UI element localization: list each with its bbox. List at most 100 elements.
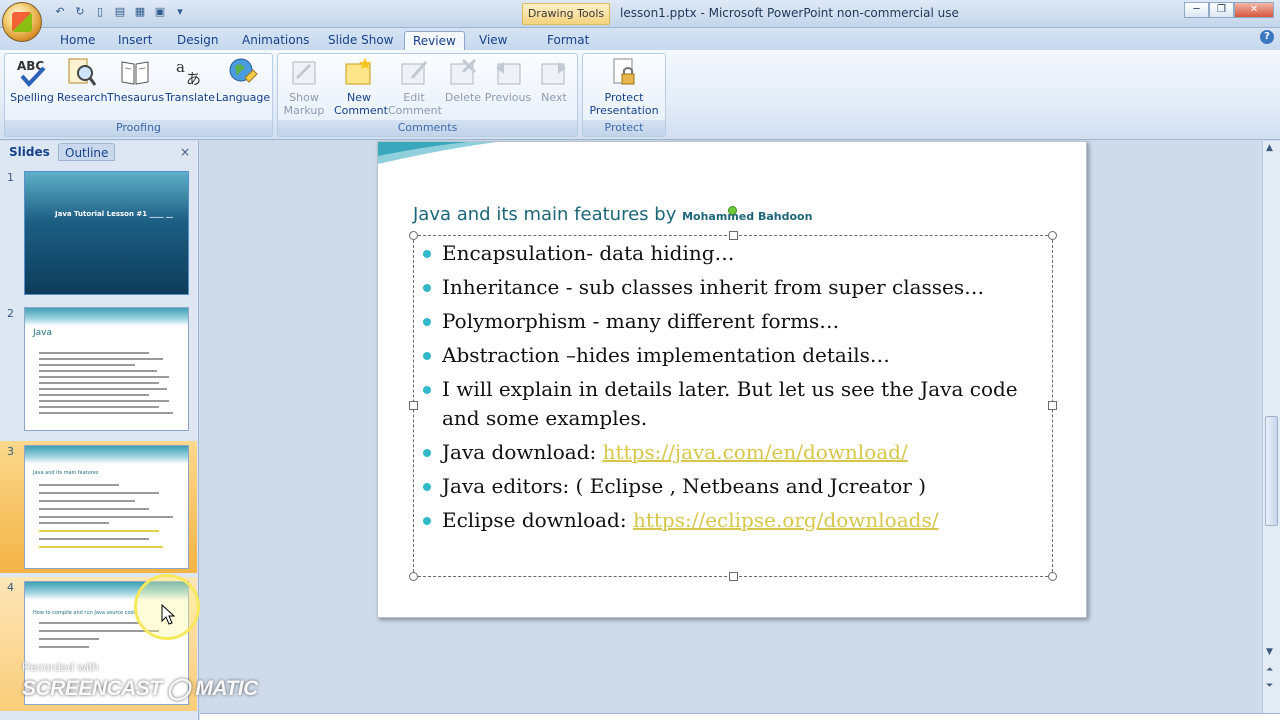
proofing-group-label: Proofing bbox=[5, 120, 272, 136]
tab-design[interactable]: Design bbox=[169, 31, 226, 50]
print-icon[interactable]: ▦ bbox=[132, 4, 148, 20]
translate-icon: aあ bbox=[174, 56, 206, 88]
previous-slide-icon[interactable]: ⏶ bbox=[1266, 665, 1273, 675]
slide-thumbnail-2[interactable]: Java bbox=[24, 307, 189, 431]
slide-thumbnail-row-selected[interactable]: 3 Java and its main features bbox=[0, 441, 197, 573]
thesaurus-button[interactable]: Thesaurus bbox=[107, 56, 165, 104]
resize-handle[interactable] bbox=[1048, 401, 1057, 410]
resize-handle[interactable] bbox=[409, 401, 418, 410]
save-icon[interactable]: ▣ bbox=[152, 4, 168, 20]
slide-thumbnail-3[interactable]: Java and its main features bbox=[24, 445, 189, 569]
edit-comment-button[interactable]: Edit Comment bbox=[388, 56, 442, 117]
scroll-up-icon[interactable]: ▲ bbox=[1266, 143, 1273, 153]
slide-title[interactable]: Java and its main features by Mohammed B… bbox=[413, 204, 812, 225]
slide-canvas[interactable]: Java and its main features by Mohammed B… bbox=[377, 141, 1087, 618]
slide-wave-decoration bbox=[378, 142, 498, 164]
customize-qat-icon[interactable]: ▾ bbox=[172, 4, 188, 20]
undo-icon[interactable]: ↶ bbox=[52, 4, 68, 20]
tab-format[interactable]: Format bbox=[539, 31, 597, 50]
translate-button[interactable]: aあ Translate bbox=[165, 56, 215, 104]
previous-comment-button[interactable]: Previous bbox=[484, 56, 532, 104]
thumbnail-line bbox=[39, 538, 149, 540]
tab-animations[interactable]: Animations bbox=[234, 31, 317, 50]
notes-pane[interactable] bbox=[200, 713, 1280, 720]
thumbnail-line bbox=[39, 412, 173, 414]
thumbnail-line bbox=[39, 522, 109, 524]
maximize-button[interactable]: ❐ bbox=[1209, 2, 1234, 18]
bullet-text: Java download: bbox=[442, 440, 603, 464]
tab-insert[interactable]: Insert bbox=[110, 31, 160, 50]
contextual-tab-label: Drawing Tools bbox=[522, 3, 610, 25]
slide-thumbnail-row[interactable]: 2 Java bbox=[0, 303, 197, 437]
show-markup-label-2: Markup bbox=[283, 104, 325, 117]
open-icon[interactable]: ▤ bbox=[112, 4, 128, 20]
thumbnail-title: Java Tutorial Lesson #1 ____ __ bbox=[55, 210, 173, 218]
edit-comment-label-1: Edit bbox=[403, 91, 425, 104]
bullet-item: Java download: https://java.com/en/downl… bbox=[423, 438, 1043, 467]
bullet-list[interactable]: Encapsulation- data hiding… Inheritance … bbox=[423, 239, 1043, 540]
thumbnail-link-line bbox=[39, 530, 159, 532]
close-button[interactable]: ✕ bbox=[1234, 2, 1274, 18]
redo-icon[interactable]: ↻ bbox=[72, 4, 88, 20]
spelling-icon: ABC bbox=[16, 56, 48, 88]
ribbon: ABC Spelling Research Thesaurus aあ Trans… bbox=[0, 50, 1280, 140]
thumbnail-line bbox=[39, 358, 163, 360]
thumbnail-line bbox=[39, 376, 169, 378]
tab-slides[interactable]: Slides bbox=[3, 143, 56, 161]
resize-handle[interactable] bbox=[409, 572, 418, 581]
tab-slide-show[interactable]: Slide Show bbox=[320, 31, 401, 50]
bullet-text: Java editors: ( Eclipse , Netbeans and J… bbox=[442, 474, 927, 498]
scroll-down-icon[interactable]: ▼ bbox=[1266, 647, 1273, 657]
thesaurus-label: Thesaurus bbox=[107, 91, 165, 104]
ribbon-tabs: Home Insert Design Animations Slide Show… bbox=[0, 28, 1280, 50]
resize-handle[interactable] bbox=[1048, 572, 1057, 581]
new-icon[interactable]: ▯ bbox=[92, 4, 108, 20]
protect-presentation-button[interactable]: Protect Presentation ▾ bbox=[585, 56, 663, 130]
next-slide-icon[interactable]: ⏷ bbox=[1266, 681, 1273, 691]
research-button[interactable]: Research bbox=[57, 56, 107, 104]
new-comment-label-1: New bbox=[347, 91, 371, 104]
thumbnail-line bbox=[39, 508, 149, 510]
proofing-group: ABC Spelling Research Thesaurus aあ Trans… bbox=[4, 53, 273, 137]
resize-handle[interactable] bbox=[729, 572, 738, 581]
spelling-button[interactable]: ABC Spelling bbox=[9, 56, 55, 104]
new-comment-button[interactable]: New Comment bbox=[334, 56, 388, 117]
office-button[interactable] bbox=[2, 2, 42, 42]
tab-outline[interactable]: Outline bbox=[58, 143, 116, 161]
rotation-handle[interactable] bbox=[728, 206, 737, 215]
thumbnail-title: Java and its main features bbox=[33, 470, 99, 476]
vertical-scrollbar[interactable]: ▲ ▼ ⏶ ⏷ bbox=[1262, 141, 1280, 713]
new-comment-icon bbox=[343, 56, 375, 88]
slide-thumbnail-row[interactable]: 1 Java Tutorial Lesson #1 ____ __ bbox=[0, 167, 197, 299]
thumbnail-line bbox=[39, 500, 135, 502]
window-controls: ─ ❐ ✕ bbox=[1184, 2, 1274, 18]
next-comment-button[interactable]: Next bbox=[534, 56, 574, 104]
minimize-button[interactable]: ─ bbox=[1184, 2, 1209, 18]
show-markup-button[interactable]: Show Markup bbox=[282, 56, 326, 117]
previous-label: Previous bbox=[484, 91, 532, 104]
language-label: Language bbox=[215, 91, 271, 104]
show-markup-label-1: Show bbox=[289, 91, 319, 104]
next-label: Next bbox=[541, 91, 567, 104]
java-download-link[interactable]: https://java.com/en/download/ bbox=[603, 440, 908, 464]
protect-presentation-icon bbox=[608, 56, 640, 88]
bullet-text: Encapsulation- data hiding… bbox=[442, 241, 735, 265]
thumbnail-line bbox=[39, 388, 167, 390]
scrollbar-thumb[interactable] bbox=[1265, 416, 1278, 526]
edit-comment-icon bbox=[398, 56, 430, 88]
tab-review[interactable]: Review bbox=[404, 31, 465, 50]
eclipse-download-link[interactable]: https://eclipse.org/downloads/ bbox=[633, 508, 938, 532]
delete-comment-button[interactable]: Delete bbox=[442, 56, 484, 104]
language-button[interactable]: Language bbox=[215, 56, 271, 104]
edit-comment-label-2: Comment bbox=[388, 104, 442, 117]
close-panel-icon[interactable]: × bbox=[180, 145, 190, 159]
tab-view[interactable]: View bbox=[471, 31, 515, 50]
window-title: lesson1.pptx - Microsoft PowerPoint non-… bbox=[620, 6, 959, 20]
thumbnail-line bbox=[39, 364, 135, 366]
resize-handle[interactable] bbox=[1048, 231, 1057, 240]
tab-home[interactable]: Home bbox=[52, 31, 103, 50]
help-icon[interactable]: ? bbox=[1260, 30, 1274, 44]
bullet-text: Inheritance - sub classes inherit from s… bbox=[442, 275, 985, 299]
resize-handle[interactable] bbox=[409, 231, 418, 240]
slide-thumbnail-1[interactable]: Java Tutorial Lesson #1 ____ __ bbox=[24, 171, 189, 295]
